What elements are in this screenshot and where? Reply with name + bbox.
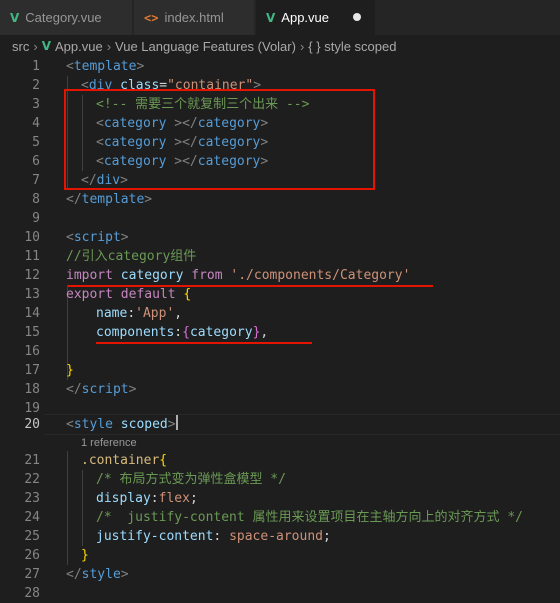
- line-number: 16: [24, 344, 40, 359]
- text-cursor: [175, 415, 178, 430]
- code-line: </template>: [66, 192, 153, 207]
- line-number: 24: [24, 510, 40, 525]
- line-number: 1: [32, 59, 40, 74]
- breadcrumb-folder[interactable]: src: [12, 39, 29, 54]
- code-line: </script>: [66, 382, 137, 397]
- code-line: <style scoped>: [66, 415, 178, 432]
- line-number: 15: [24, 325, 40, 340]
- code-comment: /* justify-content 属性用来设置项目在主轴方向上的对齐方式 *…: [96, 510, 524, 525]
- tab-app-vue[interactable]: V App.vue: [256, 0, 376, 35]
- line-number: 23: [24, 491, 40, 506]
- code-line: <script>: [66, 230, 129, 245]
- indent-guide: [67, 451, 68, 565]
- html-icon: <>: [144, 10, 159, 25]
- code-line: name:'App',: [96, 306, 183, 321]
- breadcrumb-file[interactable]: App.vue: [55, 39, 103, 54]
- code-line: .container{: [81, 453, 168, 468]
- vue-icon: V: [10, 10, 20, 25]
- code-editor[interactable]: 1 2 3 4 5 6 7 8 9 10 11 12 13 14 15 16 1…: [0, 57, 560, 601]
- code-comment: /* 布局方式变为弹性盒模型 */: [96, 472, 286, 487]
- line-number: 4: [32, 116, 40, 131]
- line-number: 3: [32, 97, 40, 112]
- line-number: 18: [24, 382, 40, 397]
- chevron-right-icon: ›: [33, 38, 38, 54]
- code-line: </style>: [66, 567, 129, 582]
- line-number: 6: [32, 154, 40, 169]
- code-line: justify-content: space-around;: [96, 529, 331, 544]
- line-number: 8: [32, 192, 40, 207]
- breadcrumb: src › V App.vue › Vue Language Features …: [0, 35, 560, 57]
- vue-icon: V: [266, 10, 276, 25]
- code-line: display:flex;: [96, 491, 198, 506]
- code-line: }: [81, 548, 89, 563]
- line-number: 14: [24, 306, 40, 321]
- tab-label: Category.vue: [25, 10, 102, 25]
- annotation-box: [64, 89, 375, 190]
- code-comment: //引入category组件: [66, 249, 197, 264]
- vue-icon: V: [41, 39, 51, 53]
- breadcrumb-symbol[interactable]: { } style scoped: [308, 39, 396, 54]
- indent-guide: [82, 470, 83, 546]
- line-number: 26: [24, 548, 40, 563]
- line-number: 12: [24, 268, 40, 283]
- code-line: import category from './components/Categ…: [66, 268, 411, 283]
- line-number: 21: [24, 453, 40, 468]
- unsaved-dot-icon[interactable]: [353, 13, 361, 21]
- chevron-right-icon: ›: [106, 38, 112, 54]
- code-lens-references[interactable]: 1 reference: [81, 437, 137, 449]
- line-number: 22: [24, 472, 40, 487]
- line-number: 27: [24, 567, 40, 582]
- code-line: }: [66, 363, 74, 378]
- tab-label: index.html: [164, 10, 224, 25]
- tab-index-html[interactable]: <> index.html: [134, 0, 255, 35]
- chevron-right-icon: ›: [299, 38, 305, 54]
- line-number: 5: [32, 135, 40, 150]
- line-number-current: 20: [24, 417, 40, 432]
- line-number: 28: [24, 586, 40, 601]
- breadcrumb-language[interactable]: Vue Language Features (Volar): [115, 39, 296, 54]
- annotation-underline: [68, 285, 433, 287]
- line-number: 9: [32, 211, 40, 226]
- line-number: 11: [24, 249, 40, 264]
- annotation-underline: [96, 342, 312, 344]
- tab-bar: V Category.vue <> index.html V App.vue: [0, 0, 560, 35]
- tab-label: App.vue: [281, 10, 329, 25]
- tab-category-vue[interactable]: V Category.vue: [0, 0, 133, 35]
- code-line: components:{category},: [96, 325, 269, 340]
- code-line: <template>: [66, 59, 145, 74]
- line-number: 2: [32, 78, 40, 93]
- line-number: 17: [24, 363, 40, 378]
- code-line: export default {: [66, 287, 192, 302]
- line-number: 7: [32, 173, 40, 188]
- line-number: 13: [24, 287, 40, 302]
- line-number: 25: [24, 529, 40, 544]
- line-number: 10: [24, 230, 40, 245]
